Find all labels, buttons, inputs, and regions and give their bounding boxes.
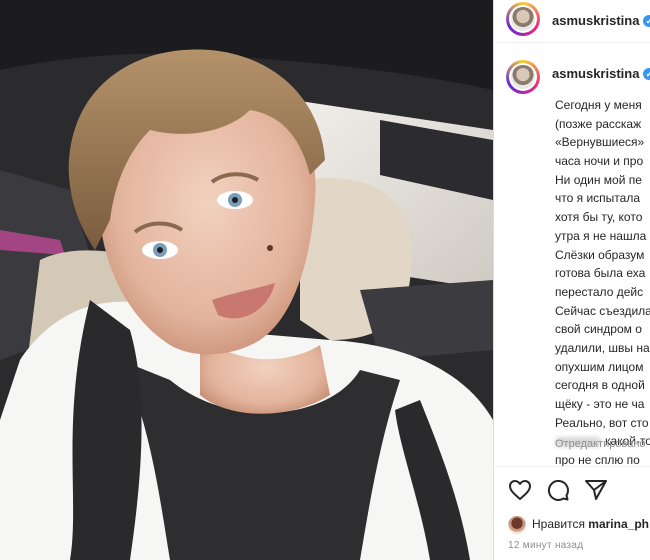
verified-badge-icon: ✓ [643,15,650,27]
caption-line: хотя бы ту, кото [555,210,643,225]
caption-line: утра я не нашла [555,228,647,243]
caption-line: часа ночи и про [555,154,644,169]
post-photo[interactable] [0,0,493,560]
author-username[interactable]: asmuskristina ✓ [552,13,650,28]
heart-icon[interactable] [508,478,532,502]
comment-icon[interactable] [546,478,570,502]
post-header: asmuskristina ✓ [494,0,650,43]
caption-username[interactable]: asmuskristina ✓ [552,66,650,81]
caption-line: Реально, вот сто [555,415,649,430]
caption-line: удалили, швы на [555,340,650,355]
edited-label: Отредактировано [555,438,646,450]
liker-username[interactable]: marina_ph [588,517,649,531]
post-timestamp[interactable]: 12 минут назад [508,540,583,551]
caption-line: Сейчас съездила [555,303,650,318]
caption-line: щёку - это не ча [555,397,645,411]
verified-badge-icon: ✓ [643,68,650,80]
caption-line: что я испытала [555,191,640,206]
liker-avatar[interactable] [508,516,526,534]
selfie-image [0,0,493,560]
caption-line: перестало дейс [555,284,644,299]
caption-line: свой синдром о [555,322,642,337]
caption-line: сегодня в одной [555,378,645,393]
caption-line: Сегодня у меня [555,98,642,112]
caption-line: опухшим лицом [555,359,644,374]
caption-line: Ни один мой пе [555,172,642,187]
caption-line: готова была еха [555,266,646,281]
author-avatar[interactable] [506,2,540,36]
share-icon[interactable] [584,478,608,502]
likes-line: Нравится marina_ph [508,516,649,534]
post-sidebar: asmuskristina ✓ asmuskristina ✓ Сегодня у … [494,0,650,560]
caption-line: (позже расскаж [555,116,642,131]
caption-avatar[interactable] [506,60,540,94]
actions-divider [494,466,650,467]
caption-line: Слёзки образум [555,247,645,262]
caption-line: «Вернувшиеся» [555,135,645,150]
post-caption: Сегодня у меня (позже расскаж «Вернувшие… [555,96,650,470]
